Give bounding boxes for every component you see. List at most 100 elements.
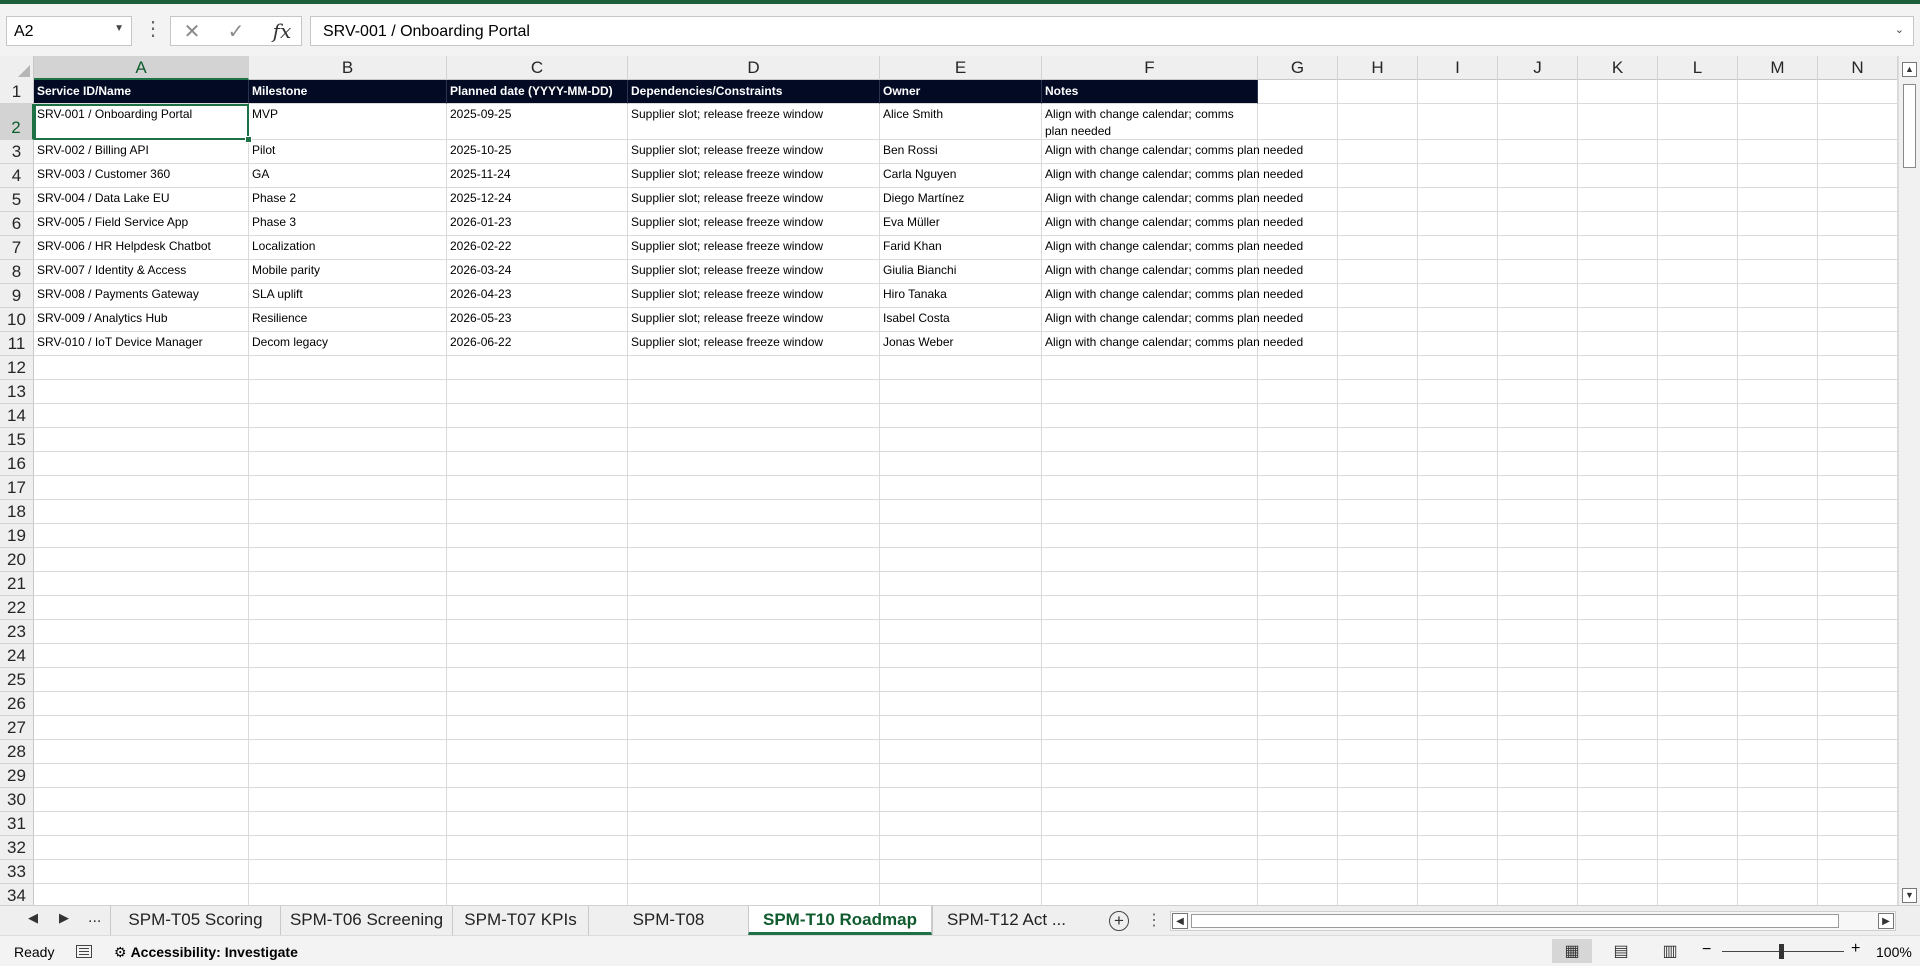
row-header-18[interactable]: 18 [0, 500, 34, 524]
cell-d16[interactable] [628, 452, 880, 476]
cell-h18[interactable] [1338, 500, 1418, 524]
cell-a19[interactable] [34, 524, 249, 548]
cell-g3[interactable] [1258, 140, 1338, 164]
cell-g29[interactable] [1258, 764, 1338, 788]
cell-g12[interactable] [1258, 356, 1338, 380]
cell-b32[interactable] [249, 836, 447, 860]
cell-l24[interactable] [1658, 644, 1738, 668]
cell-g15[interactable] [1258, 428, 1338, 452]
add-sheet-icon[interactable]: + [1109, 911, 1129, 931]
cell-e15[interactable] [880, 428, 1042, 452]
cell-k18[interactable] [1578, 500, 1658, 524]
cell-j8[interactable] [1498, 260, 1578, 284]
cell-a16[interactable] [34, 452, 249, 476]
cell-m27[interactable] [1738, 716, 1818, 740]
cell-a22[interactable] [34, 596, 249, 620]
column-header-c[interactable]: C [447, 56, 628, 80]
cell-a23[interactable] [34, 620, 249, 644]
cell-g19[interactable] [1258, 524, 1338, 548]
cell-b27[interactable] [249, 716, 447, 740]
cell-j28[interactable] [1498, 740, 1578, 764]
cell-m30[interactable] [1738, 788, 1818, 812]
cell-b30[interactable] [249, 788, 447, 812]
row-header-30[interactable]: 30 [0, 788, 34, 812]
cell-m6[interactable] [1738, 212, 1818, 236]
cell-d21[interactable] [628, 572, 880, 596]
cell-h12[interactable] [1338, 356, 1418, 380]
cell-l16[interactable] [1658, 452, 1738, 476]
row-header-2[interactable]: 2 [0, 104, 34, 140]
cell-e29[interactable] [880, 764, 1042, 788]
cell-m15[interactable] [1738, 428, 1818, 452]
cell-m3[interactable] [1738, 140, 1818, 164]
cell-m21[interactable] [1738, 572, 1818, 596]
cell-f22[interactable] [1042, 596, 1258, 620]
cell-c13[interactable] [447, 380, 628, 404]
cell-n31[interactable] [1818, 812, 1898, 836]
cell-c7[interactable]: 2026-02-22 [447, 236, 628, 260]
cell-n14[interactable] [1818, 404, 1898, 428]
cell-d34[interactable] [628, 884, 880, 905]
cell-j1[interactable] [1498, 80, 1578, 104]
cell-c30[interactable] [447, 788, 628, 812]
cell-l33[interactable] [1658, 860, 1738, 884]
cell-j9[interactable] [1498, 284, 1578, 308]
cell-i22[interactable] [1418, 596, 1498, 620]
cell-e14[interactable] [880, 404, 1042, 428]
cell-m20[interactable] [1738, 548, 1818, 572]
row-header-20[interactable]: 20 [0, 548, 34, 572]
column-header-k[interactable]: K [1578, 56, 1658, 80]
cell-n9[interactable] [1818, 284, 1898, 308]
tab-scroll-right-icon[interactable]: ▶ [59, 910, 69, 926]
cell-b3[interactable]: Pilot [249, 140, 447, 164]
cell-j16[interactable] [1498, 452, 1578, 476]
cell-e13[interactable] [880, 380, 1042, 404]
cell-n22[interactable] [1818, 596, 1898, 620]
cell-e25[interactable] [880, 668, 1042, 692]
cell-l29[interactable] [1658, 764, 1738, 788]
cell-f28[interactable] [1042, 740, 1258, 764]
cell-l23[interactable] [1658, 620, 1738, 644]
cell-f12[interactable] [1042, 356, 1258, 380]
row-header-23[interactable]: 23 [0, 620, 34, 644]
cell-a11[interactable]: SRV-010 / IoT Device Manager [34, 332, 249, 356]
cell-c23[interactable] [447, 620, 628, 644]
cell-d31[interactable] [628, 812, 880, 836]
row-header-1[interactable]: 1 [0, 80, 34, 104]
cell-e26[interactable] [880, 692, 1042, 716]
cell-a1[interactable]: Service ID/Name [34, 80, 249, 104]
cell-d20[interactable] [628, 548, 880, 572]
cell-c20[interactable] [447, 548, 628, 572]
row-header-34[interactable]: 34 [0, 884, 34, 905]
cell-a29[interactable] [34, 764, 249, 788]
row-header-31[interactable]: 31 [0, 812, 34, 836]
cell-h4[interactable] [1338, 164, 1418, 188]
cell-e31[interactable] [880, 812, 1042, 836]
cell-h21[interactable] [1338, 572, 1418, 596]
cell-n5[interactable] [1818, 188, 1898, 212]
cell-g24[interactable] [1258, 644, 1338, 668]
cell-k15[interactable] [1578, 428, 1658, 452]
cell-b5[interactable]: Phase 2 [249, 188, 447, 212]
cell-e18[interactable] [880, 500, 1042, 524]
cell-j2[interactable] [1498, 104, 1578, 140]
cell-l14[interactable] [1658, 404, 1738, 428]
cell-k31[interactable] [1578, 812, 1658, 836]
cell-i13[interactable] [1418, 380, 1498, 404]
cell-d15[interactable] [628, 428, 880, 452]
cell-n23[interactable] [1818, 620, 1898, 644]
zoom-in-icon[interactable]: + [1851, 940, 1860, 958]
cell-e21[interactable] [880, 572, 1042, 596]
cell-c15[interactable] [447, 428, 628, 452]
zoom-slider-thumb[interactable] [1779, 944, 1784, 959]
row-header-21[interactable]: 21 [0, 572, 34, 596]
cell-e28[interactable] [880, 740, 1042, 764]
cell-i10[interactable] [1418, 308, 1498, 332]
cell-l21[interactable] [1658, 572, 1738, 596]
cell-b10[interactable]: Resilience [249, 308, 447, 332]
cell-f16[interactable] [1042, 452, 1258, 476]
cell-k20[interactable] [1578, 548, 1658, 572]
cell-b4[interactable]: GA [249, 164, 447, 188]
cell-i11[interactable] [1418, 332, 1498, 356]
cell-l31[interactable] [1658, 812, 1738, 836]
